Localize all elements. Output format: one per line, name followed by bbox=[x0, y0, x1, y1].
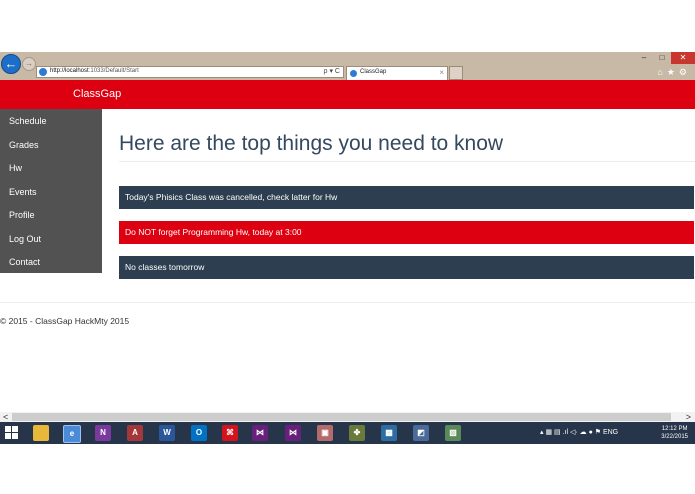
taskbar: e N A W O ⌘ ⋈ ⋈ ▣ ✤ ▩ ◩ ▧ ▴ ▦ ▤ .ıl ◁· ☁… bbox=[0, 422, 695, 444]
system-tray[interactable]: ▴ ▦ ▤ .ıl ◁· ☁ ● ⚑ ENG bbox=[540, 428, 618, 436]
sidebar-item-logout[interactable]: Log Out bbox=[9, 234, 41, 244]
browser-tools: ⌂★⚙ bbox=[657, 67, 691, 78]
file-explorer-icon[interactable] bbox=[33, 425, 49, 441]
site-header: ClassGap bbox=[0, 80, 695, 109]
app-icon-2[interactable]: ✤ bbox=[349, 425, 365, 441]
notice-programming-hw: Do NOT forget Programming Hw, today at 3… bbox=[119, 221, 694, 244]
sidebar-item-contact[interactable]: Contact bbox=[9, 257, 40, 267]
app-icon-3[interactable]: ▩ bbox=[381, 425, 397, 441]
sidebar-item-hw[interactable]: Hw bbox=[9, 163, 22, 173]
scroll-right-arrow-icon[interactable]: > bbox=[686, 412, 691, 422]
clock-date: 3/22/2015 bbox=[661, 434, 688, 440]
minimize-button[interactable]: – bbox=[635, 52, 653, 64]
forward-button[interactable]: → bbox=[22, 57, 36, 71]
visual-studio-2-icon[interactable]: ⋈ bbox=[285, 425, 301, 441]
internet-explorer-icon[interactable]: e bbox=[63, 425, 81, 443]
taskbar-clock[interactable]: 12:12 PM 3/22/2015 bbox=[661, 425, 688, 441]
app-icon-1[interactable]: ▣ bbox=[317, 425, 333, 441]
visual-studio-icon[interactable]: ⋈ bbox=[252, 425, 268, 441]
maximize-button[interactable]: □ bbox=[653, 52, 671, 64]
horizontal-scrollbar[interactable]: < > bbox=[0, 412, 695, 422]
ie-tab-icon bbox=[350, 70, 357, 77]
footer-copyright: © 2015 - ClassGap HackMty 2015 bbox=[0, 316, 130, 326]
page-icon bbox=[39, 68, 47, 76]
close-button[interactable]: ✕ bbox=[671, 52, 695, 64]
notice-physics-cancelled: Today's Phisics Class was cancelled, che… bbox=[119, 186, 694, 209]
tab-close-icon[interactable]: × bbox=[439, 68, 444, 77]
new-tab-button[interactable] bbox=[449, 66, 463, 80]
gear-icon[interactable]: ⚙ bbox=[679, 67, 691, 77]
brand-link[interactable]: ClassGap bbox=[73, 88, 121, 100]
title-divider bbox=[119, 161, 695, 162]
sidebar-item-schedule[interactable]: Schedule bbox=[9, 116, 47, 126]
sidebar-item-events[interactable]: Events bbox=[9, 187, 37, 197]
url-path: :1033/Default/Start bbox=[88, 68, 139, 74]
sidebar-item-grades[interactable]: Grades bbox=[9, 140, 39, 150]
scrollbar-thumb[interactable] bbox=[12, 413, 671, 421]
app-icon-5[interactable]: ▧ bbox=[445, 425, 461, 441]
acrobat-icon[interactable]: ⌘ bbox=[222, 425, 238, 441]
home-icon[interactable]: ⌂ bbox=[657, 67, 666, 77]
window-controls: – □ ✕ bbox=[635, 52, 695, 64]
url-text[interactable]: http://localhost:1033/Default/Start bbox=[50, 68, 139, 74]
tab-title: ClassGap bbox=[360, 69, 387, 75]
footer-divider bbox=[0, 302, 695, 303]
word-icon[interactable]: W bbox=[159, 425, 175, 441]
outlook-icon[interactable]: O bbox=[191, 425, 207, 441]
sidebar: Schedule Grades Hw Events Profile Log Ou… bbox=[0, 109, 102, 273]
access-icon[interactable]: A bbox=[127, 425, 143, 441]
scroll-left-arrow-icon[interactable]: < bbox=[3, 412, 8, 422]
star-icon[interactable]: ★ bbox=[667, 67, 679, 77]
url-host: http://localhost bbox=[50, 68, 89, 74]
address-bar[interactable]: http://localhost:1033/Default/Start ρ ▾ … bbox=[36, 66, 344, 78]
sidebar-item-profile[interactable]: Profile bbox=[9, 210, 35, 220]
clock-time: 12:12 PM bbox=[661, 426, 688, 432]
start-button[interactable] bbox=[5, 426, 19, 440]
notice-no-classes: No classes tomorrow bbox=[119, 256, 694, 279]
tab-classgap[interactable]: ClassGap × bbox=[346, 66, 448, 80]
address-controls[interactable]: ρ ▾ C bbox=[324, 67, 340, 77]
page-title: Here are the top things you need to know bbox=[119, 132, 504, 155]
onenote-icon[interactable]: N bbox=[95, 425, 111, 441]
browser-toolbar: ← → http://localhost:1033/Default/Start … bbox=[0, 52, 695, 80]
back-button[interactable]: ← bbox=[1, 54, 21, 74]
app-icon-4[interactable]: ◩ bbox=[413, 425, 429, 441]
